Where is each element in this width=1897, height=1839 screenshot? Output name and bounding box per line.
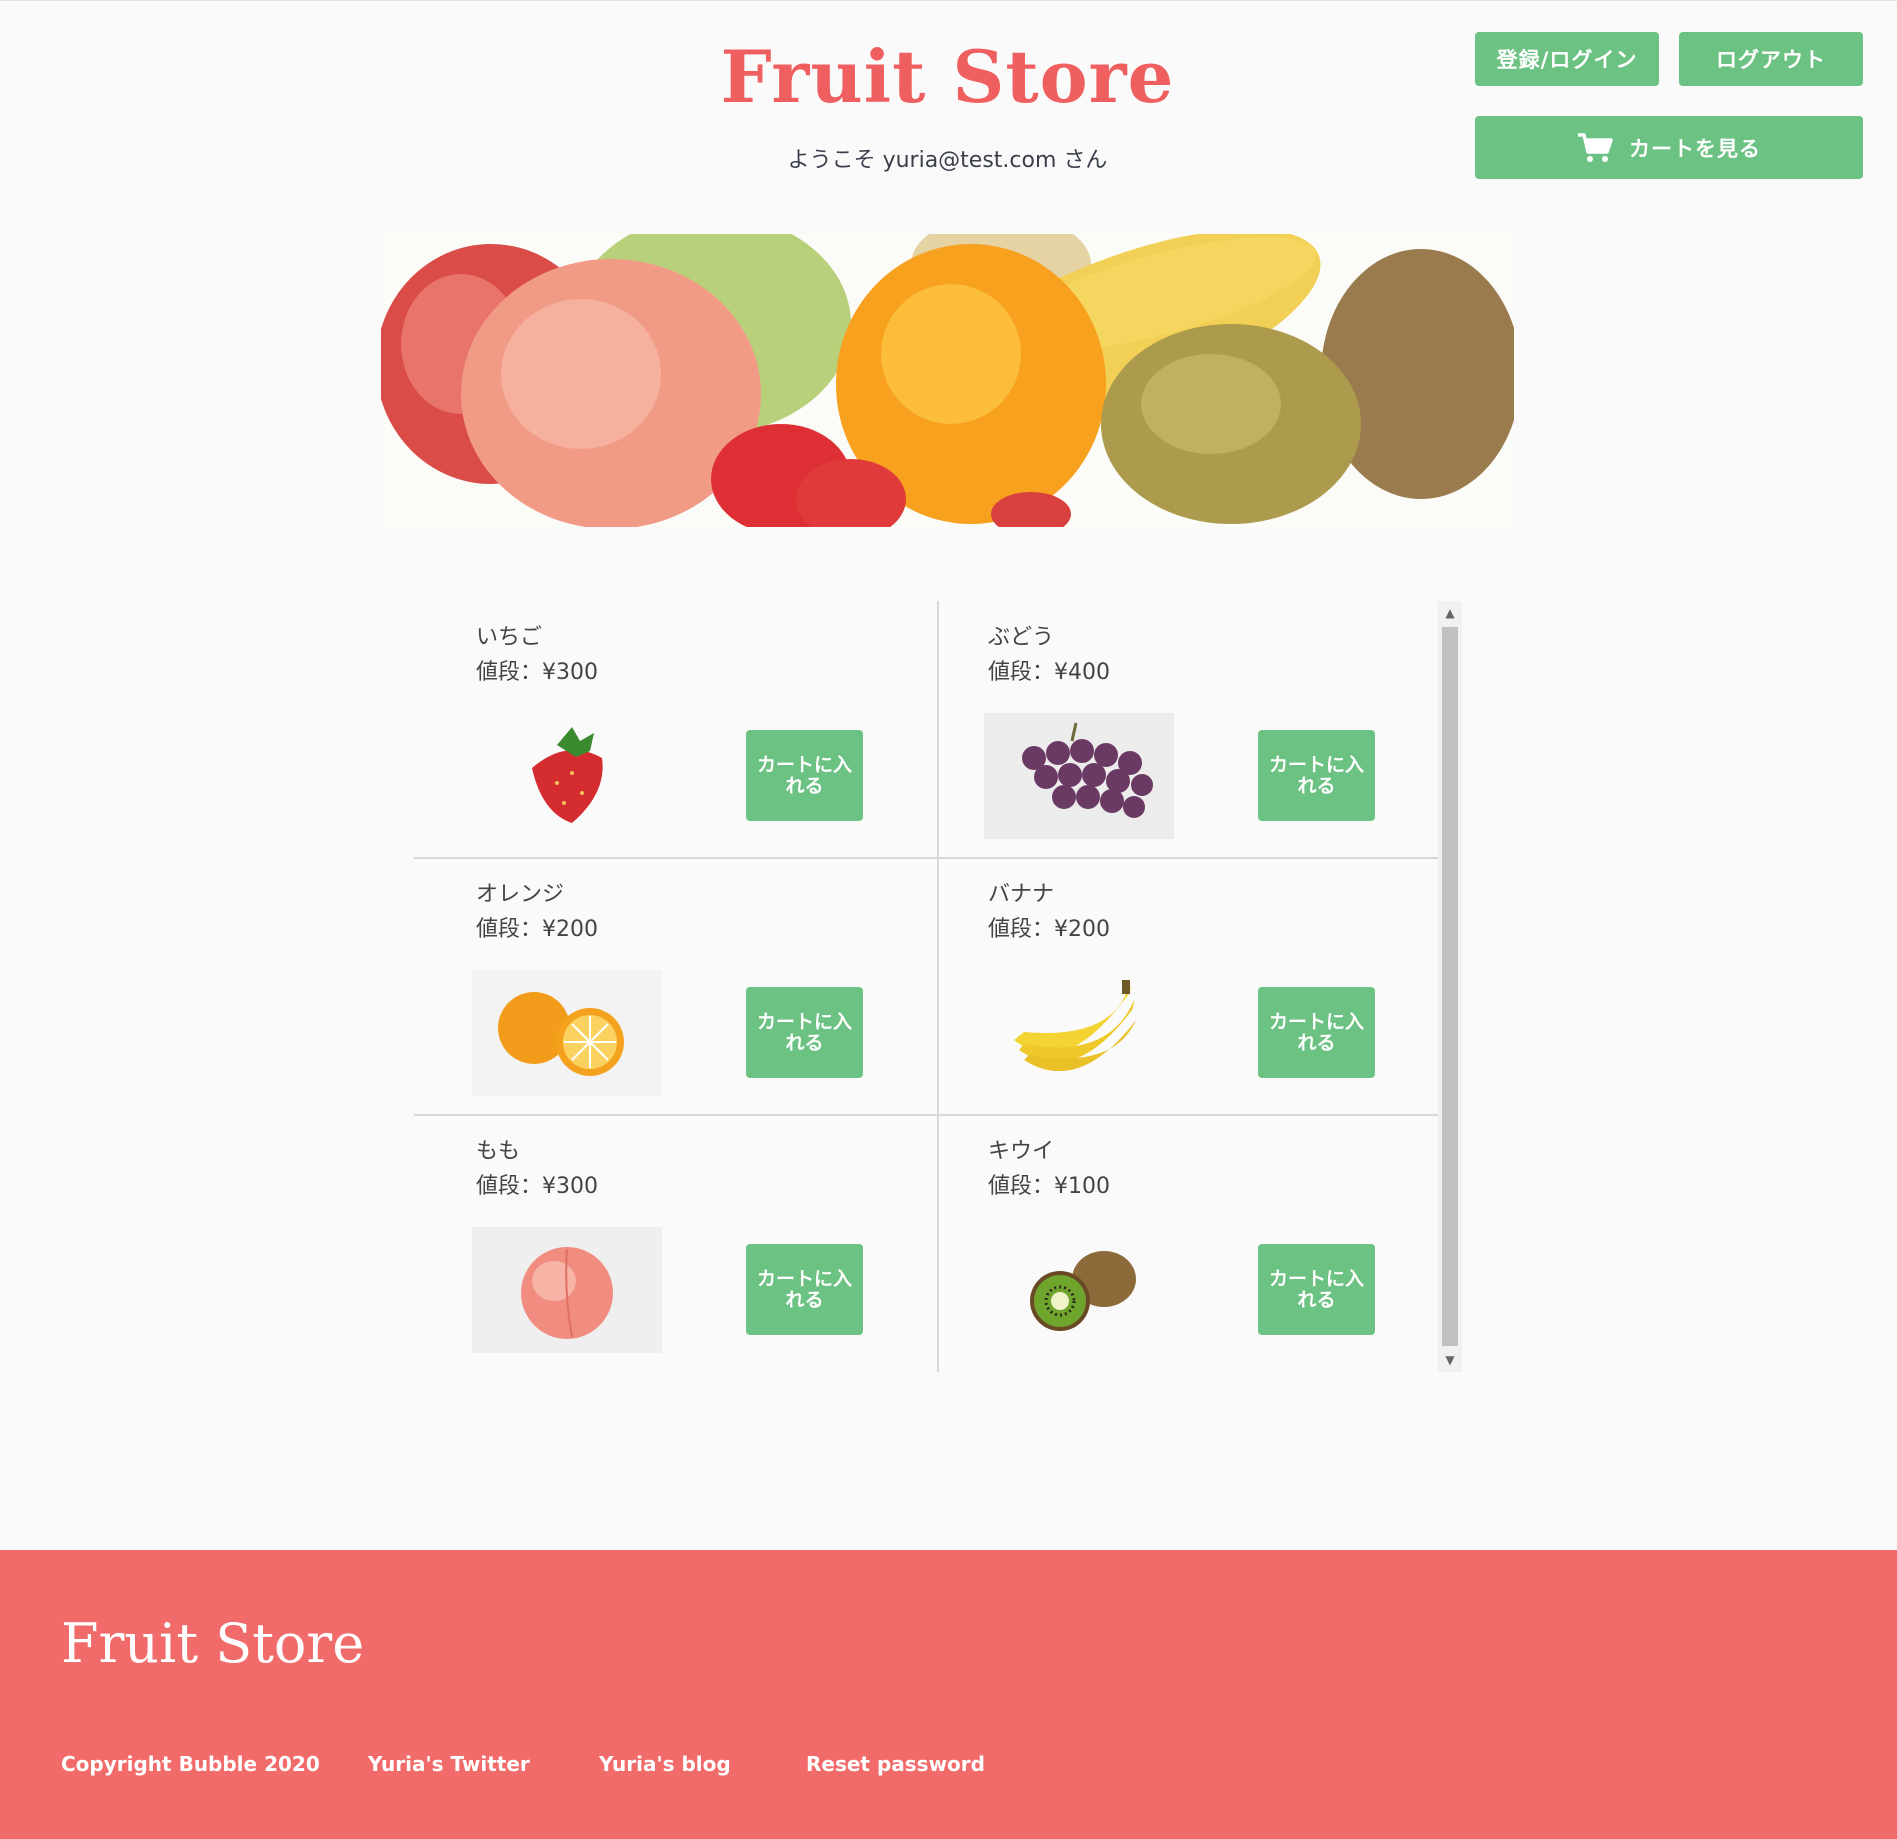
- scrollbar[interactable]: ▲ ▼: [1438, 601, 1462, 1372]
- orange-image: [472, 970, 662, 1096]
- strawberry-image: [472, 713, 662, 839]
- kiwi-image: [984, 1227, 1174, 1353]
- footer-link-reset-password[interactable]: Reset password: [806, 1752, 985, 1776]
- add-to-cart-button[interactable]: カートに入れる: [1258, 730, 1375, 821]
- add-to-cart-button[interactable]: カートに入れる: [746, 730, 863, 821]
- product-card-banana: バナナ 値段：¥200 カートに入れる: [926, 858, 1438, 1115]
- add-to-cart-button[interactable]: カートに入れる: [1258, 987, 1375, 1078]
- footer-brand: Fruit Store: [61, 1612, 365, 1675]
- page-title: Fruit Store: [720, 34, 1175, 119]
- product-price: 値段：¥400: [988, 660, 1110, 685]
- product-name: もも: [476, 1139, 521, 1164]
- view-cart-button[interactable]: カートを見る: [1475, 116, 1863, 179]
- welcome-message: ようこそ yuria@test.com さん: [787, 148, 1108, 173]
- grid-divider-vertical: [937, 601, 939, 1372]
- shopping-cart-icon: [1578, 132, 1613, 162]
- product-price: 値段：¥200: [476, 917, 598, 942]
- footer: Fruit Store Copyright Bubble 2020 Yuria'…: [0, 1550, 1897, 1839]
- product-card-grape: ぶどう 値段：¥400 カートに入れる: [926, 601, 1438, 858]
- product-list[interactable]: いちご 値段：¥300 カートに入れる ぶどう 値段：¥400 カートに入れる …: [414, 601, 1462, 1372]
- footer-link-blog[interactable]: Yuria's blog: [599, 1752, 731, 1776]
- product-card-orange: オレンジ 値段：¥200 カートに入れる: [414, 858, 926, 1115]
- grid-divider-horizontal: [414, 857, 1438, 859]
- footer-link-twitter[interactable]: Yuria's Twitter: [368, 1752, 530, 1776]
- peach-image: [472, 1227, 662, 1353]
- product-card-peach: もも 値段：¥300 カートに入れる: [414, 1115, 926, 1372]
- grid-divider-horizontal: [414, 1114, 1438, 1116]
- scroll-up-arrow-icon[interactable]: ▲: [1438, 601, 1462, 625]
- banana-image: [984, 970, 1174, 1096]
- product-price: 値段：¥100: [988, 1174, 1110, 1199]
- logout-button[interactable]: ログアウト: [1679, 32, 1863, 86]
- add-to-cart-button[interactable]: カートに入れる: [746, 987, 863, 1078]
- product-price: 値段：¥300: [476, 660, 598, 685]
- scroll-down-arrow-icon[interactable]: ▼: [1438, 1348, 1462, 1372]
- product-name: オレンジ: [476, 882, 565, 907]
- add-to-cart-button[interactable]: カートに入れる: [1258, 1244, 1375, 1335]
- grape-image: [984, 713, 1174, 839]
- product-name: ぶどう: [988, 625, 1055, 650]
- product-name: バナナ: [988, 882, 1055, 907]
- product-name: いちご: [476, 625, 543, 650]
- product-name: キウイ: [988, 1139, 1055, 1164]
- top-border: [0, 0, 1897, 1]
- login-button[interactable]: 登録/ログイン: [1475, 32, 1659, 86]
- add-to-cart-button[interactable]: カートに入れる: [746, 1244, 863, 1335]
- hero-fruit-image: [381, 234, 1514, 527]
- scroll-thumb[interactable]: [1442, 627, 1458, 1346]
- product-card-strawberry: いちご 値段：¥300 カートに入れる: [414, 601, 926, 858]
- view-cart-label: カートを見る: [1629, 136, 1761, 161]
- footer-copyright: Copyright Bubble 2020: [61, 1752, 320, 1776]
- product-grid: いちご 値段：¥300 カートに入れる ぶどう 値段：¥400 カートに入れる …: [414, 601, 1438, 1372]
- product-card-kiwi: キウイ 値段：¥100 カートに入れる: [926, 1115, 1438, 1372]
- product-price: 値段：¥300: [476, 1174, 598, 1199]
- product-price: 値段：¥200: [988, 917, 1110, 942]
